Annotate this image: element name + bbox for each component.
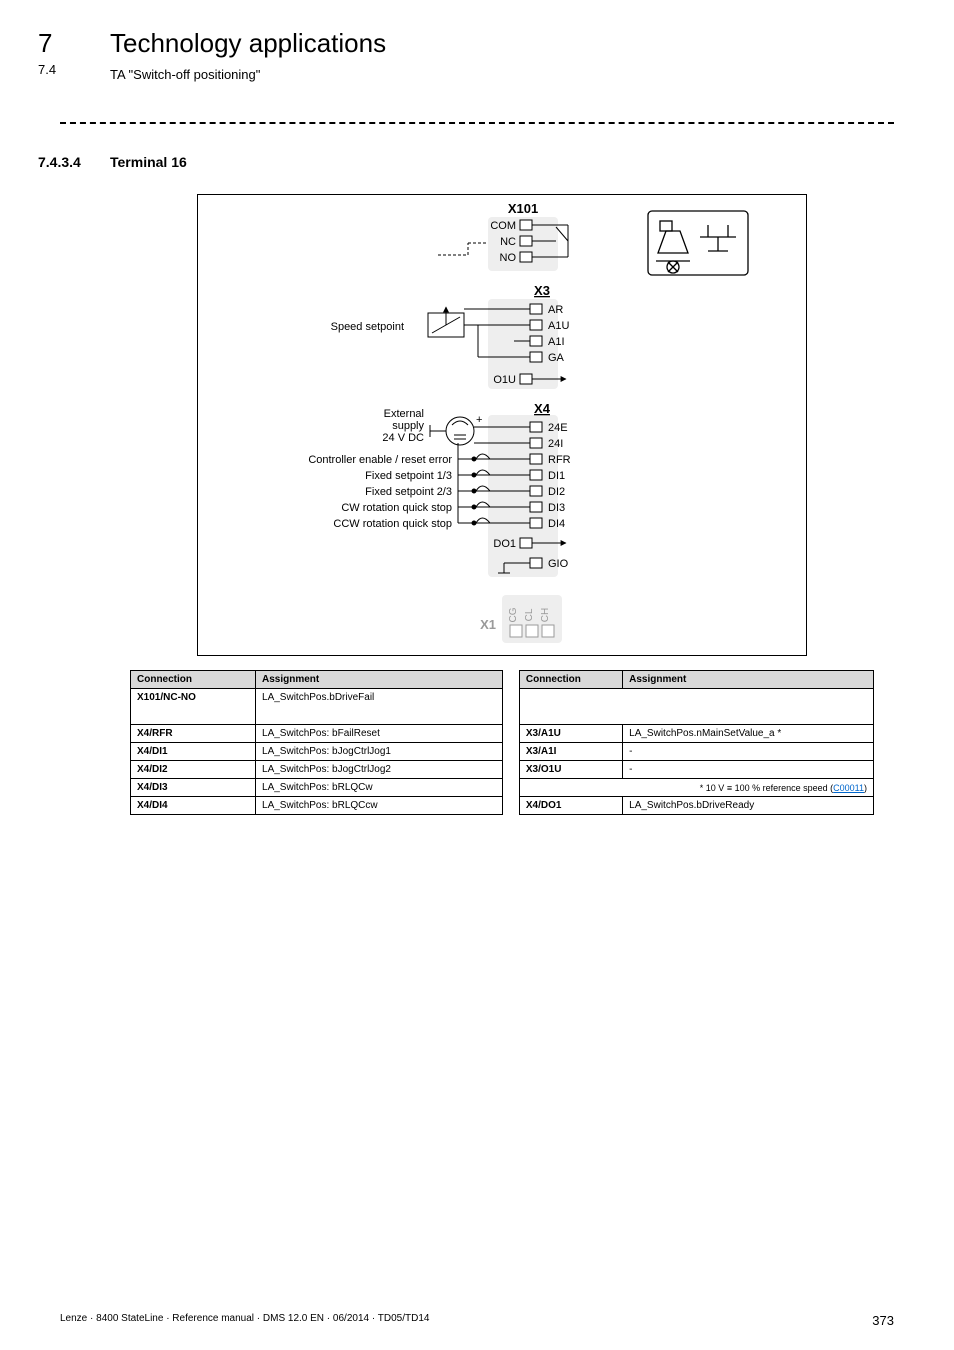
svg-text:CCW rotation quick stop: CCW rotation quick stop <box>333 518 452 530</box>
svg-text:supply: supply <box>392 420 424 432</box>
svg-text:CG: CG <box>508 607 519 622</box>
subsection-number: 7.4.3.4 <box>38 154 81 170</box>
svg-text:X3: X3 <box>534 283 550 298</box>
footer-text: Lenze · 8400 StateLine · Reference manua… <box>60 1313 429 1328</box>
svg-text:O1U: O1U <box>493 374 516 386</box>
svg-text:NC: NC <box>500 236 516 248</box>
svg-text:DO1: DO1 <box>493 538 516 550</box>
svg-text:A1I: A1I <box>548 336 565 348</box>
svg-text:RFR: RFR <box>548 454 571 466</box>
svg-text:CH: CH <box>540 608 551 622</box>
page-number: 373 <box>872 1313 894 1328</box>
svg-text:CL: CL <box>524 608 535 621</box>
svg-text:Speed setpoint: Speed setpoint <box>331 321 404 333</box>
svg-text:Fixed setpoint 2/3: Fixed setpoint 2/3 <box>365 486 452 498</box>
svg-text:A1U: A1U <box>548 320 569 332</box>
assignment-tables: Connection Assignment X101/NC-NOLA_Switc… <box>130 670 874 815</box>
svg-text:DI3: DI3 <box>548 502 565 514</box>
svg-text:X4: X4 <box>534 401 551 416</box>
chapter-number: 7 <box>38 28 52 59</box>
divider <box>60 122 894 124</box>
link-c00011[interactable]: C00011 <box>833 783 864 793</box>
th-assignment: Assignment <box>623 671 874 689</box>
svg-text:X1: X1 <box>480 617 496 632</box>
svg-text:COM: COM <box>490 220 516 232</box>
section-number: 7.4 <box>38 62 56 77</box>
subsection-title: Terminal 16 <box>110 154 894 170</box>
svg-text:GA: GA <box>548 352 565 364</box>
th-assignment: Assignment <box>256 671 503 689</box>
svg-text:AR: AR <box>548 304 563 316</box>
svg-text:24 V DC: 24 V DC <box>382 432 424 444</box>
svg-text:DI1: DI1 <box>548 470 565 482</box>
th-connection: Connection <box>519 671 622 689</box>
svg-text:External: External <box>384 408 424 420</box>
th-connection: Connection <box>131 671 256 689</box>
svg-text:NO: NO <box>500 252 517 264</box>
wiring-diagram: X101 COM NC NO <box>197 194 807 656</box>
section-title: TA "Switch-off positioning" <box>110 67 894 82</box>
svg-text:+: + <box>476 414 482 426</box>
svg-text:DI2: DI2 <box>548 486 565 498</box>
svg-text:24I: 24I <box>548 438 563 450</box>
chapter-title: Technology applications <box>110 28 894 59</box>
x101-label: X101 <box>508 201 538 216</box>
svg-text:Fixed setpoint 1/3: Fixed setpoint 1/3 <box>365 470 452 482</box>
svg-text:GIO: GIO <box>548 558 569 570</box>
svg-text:CW rotation quick stop: CW rotation quick stop <box>341 502 452 514</box>
svg-text:DI4: DI4 <box>548 518 565 530</box>
svg-text:24E: 24E <box>548 422 568 434</box>
svg-text:Controller enable / reset erro: Controller enable / reset error <box>308 454 452 466</box>
